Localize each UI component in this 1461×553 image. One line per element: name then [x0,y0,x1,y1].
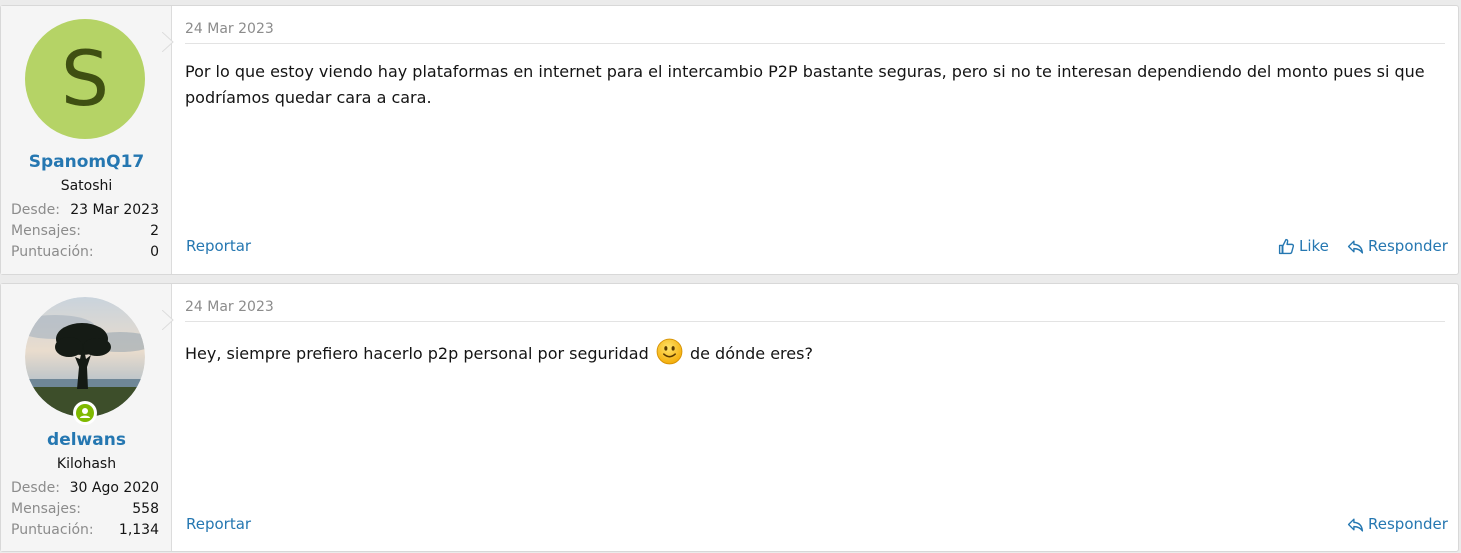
user-title: Kilohash [56,456,117,472]
stat-value: 2 [150,223,159,239]
stat-joined: Desde: 30 Ago 2020 [11,480,159,496]
avatar[interactable] [25,297,145,425]
avatar-letter[interactable]: S [25,19,145,139]
divider [185,43,1445,44]
smiley-emoji-icon [656,338,683,365]
post: delwans Kilohash Desde: 30 Ago 2020 Mens… [0,283,1459,552]
stat-label: Mensajes: [11,223,81,239]
post: S SpanomQ17 Satoshi Desde: 23 Mar 2023 M… [0,5,1459,275]
stat-value: 1,134 [118,522,159,538]
stat-messages: Mensajes: 2 [11,223,159,239]
report-link[interactable]: Reportar [186,237,251,255]
stat-label: Mensajes: [11,501,81,517]
report-link[interactable]: Reportar [186,515,251,533]
stat-value: 558 [132,501,159,517]
stat-label: Puntuación: [11,522,94,538]
stat-score: Puntuación: 0 [11,244,159,260]
like-label: Like [1299,237,1329,255]
online-indicator [73,401,97,425]
reply-label: Responder [1368,237,1448,255]
stat-label: Desde: [11,202,60,218]
reply-button[interactable]: Responder [1347,237,1448,255]
divider [185,321,1445,322]
stat-label: Puntuación: [11,244,94,260]
username[interactable]: SpanomQ17 [1,152,172,172]
like-button[interactable]: Like [1278,237,1329,255]
post-text: de dónde eres? [689,344,813,363]
post-main: 24 Mar 2023 Por lo que estoy viendo hay … [172,6,1458,274]
post-body: Hey, siempre prefiero hacerlo p2p person… [185,338,1440,367]
stat-value: 0 [150,244,159,260]
avatar[interactable]: S [25,19,145,139]
user-panel: delwans Kilohash Desde: 30 Ago 2020 Mens… [1,284,174,551]
post-text: Hey, siempre prefiero hacerlo p2p person… [185,344,649,363]
user-panel: S SpanomQ17 Satoshi Desde: 23 Mar 2023 M… [1,6,174,274]
post-date[interactable]: 24 Mar 2023 [185,21,274,37]
stat-score: Puntuación: 1,134 [11,522,159,538]
stat-joined: Desde: 23 Mar 2023 [11,202,159,218]
username[interactable]: delwans [1,430,172,450]
stat-label: Desde: [11,480,60,496]
user-title: Satoshi [60,178,113,194]
post-main: 24 Mar 2023 Hey, siempre prefiero hacerl… [172,284,1458,551]
reply-label: Responder [1368,515,1448,533]
reply-button[interactable]: Responder [1347,515,1448,533]
reply-icon [1347,517,1364,532]
stat-value: 30 Ago 2020 [69,480,159,496]
stat-value: 23 Mar 2023 [70,202,159,218]
reply-icon [1347,239,1364,254]
stat-messages: Mensajes: 558 [11,501,159,517]
thumbs-up-icon [1278,238,1295,254]
avatar-photo[interactable] [25,297,145,417]
post-body: Por lo que estoy viendo hay plataformas … [185,62,1425,107]
post-date[interactable]: 24 Mar 2023 [185,299,274,315]
user-online-icon [76,404,94,422]
